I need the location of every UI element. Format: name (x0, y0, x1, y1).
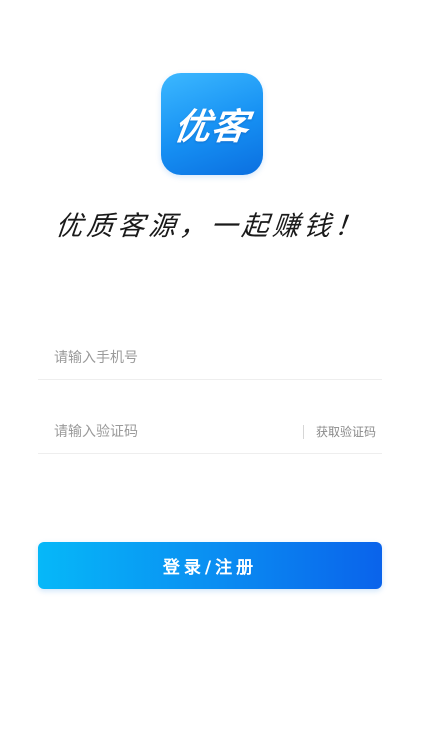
login-screen: 优客 优质客源，一起赚钱！ 获取验证码 登录/注册 (0, 0, 422, 750)
phone-field-row (38, 336, 382, 380)
code-field-row: 获取验证码 (38, 410, 382, 454)
login-register-button[interactable]: 登录/注册 (38, 542, 382, 589)
app-slogan: 优质客源，一起赚钱！ (54, 211, 368, 242)
phone-input[interactable] (38, 342, 382, 373)
code-divider (302, 424, 304, 439)
app-logo: 优客 (161, 73, 263, 175)
app-logo-text: 优客 (171, 107, 252, 148)
get-code-button[interactable]: 获取验证码 (316, 423, 382, 440)
verification-code-input[interactable] (38, 416, 303, 447)
